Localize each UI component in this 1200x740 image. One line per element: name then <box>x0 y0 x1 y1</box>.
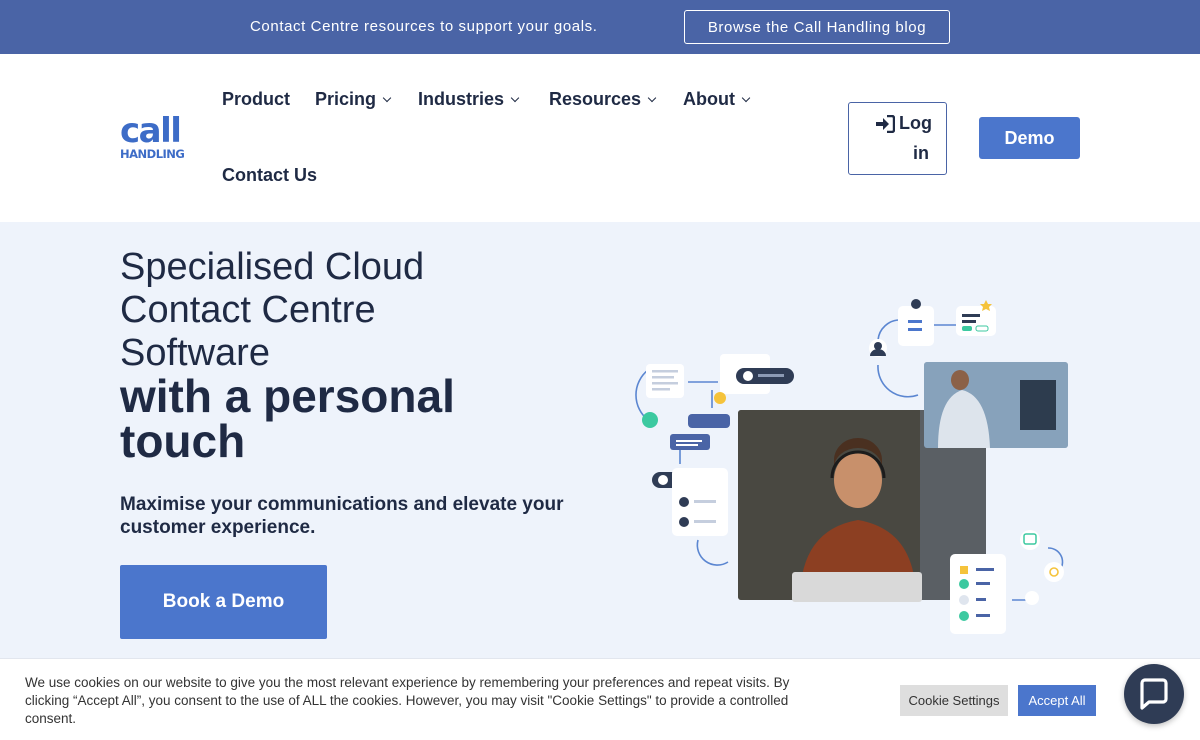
promo-text: Contact Centre resources to support your… <box>250 18 598 35</box>
accept-all-button[interactable]: Accept All <box>1018 685 1096 716</box>
nav-item-label: Pricing <box>315 89 377 109</box>
site-header: call HANDLING Product Pricing Industries… <box>0 54 1200 222</box>
star-badge-icon <box>714 392 726 404</box>
login-line: Log <box>875 113 932 134</box>
nav-item-label: Industries <box>418 89 505 109</box>
login-arrow-icon <box>876 114 895 133</box>
nav-item-pricing[interactable]: Pricing <box>315 89 392 110</box>
chevron-down-icon <box>741 93 751 102</box>
chat-card-left <box>646 364 684 398</box>
task-card-top <box>898 299 996 346</box>
logo-word-handling: HANDLING <box>120 147 185 161</box>
cookie-text: We use cookies on our website to give yo… <box>25 675 790 726</box>
nav-item-resources[interactable]: Resources <box>549 89 657 110</box>
chevron-down-icon <box>510 93 520 102</box>
nav-item-contact-us[interactable]: Contact Us <box>222 165 317 186</box>
office-photo <box>924 362 1068 448</box>
hero-title-line: touch <box>120 415 246 467</box>
agents-card <box>652 468 728 536</box>
promo-bar: Contact Centre resources to support your… <box>0 0 1200 54</box>
nav-item-product[interactable]: Product <box>222 89 290 110</box>
email-at-icon <box>1044 562 1064 582</box>
logo-word-call: call <box>120 111 182 151</box>
chat-card-top <box>720 354 794 394</box>
phone-badge-icon <box>1025 591 1039 605</box>
book-demo-button[interactable]: Book a Demo <box>120 565 327 639</box>
login-label-part2: in <box>913 143 929 163</box>
cookie-banner: We use cookies on our website to give yo… <box>0 658 1200 740</box>
checklist-card <box>950 554 1006 634</box>
nav-item-label: Resources <box>549 89 642 109</box>
nav-item-label: Product <box>222 89 291 109</box>
hero-title-line: Specialised Cloud <box>120 246 425 288</box>
nav-item-label: Contact Us <box>222 165 318 185</box>
message-badge-icon <box>1020 530 1040 550</box>
hero-subtitle: Maximise your communications and elevate… <box>120 494 564 538</box>
nav-item-industries[interactable]: Industries <box>418 89 520 110</box>
login-button[interactable]: Log in <box>848 102 947 175</box>
hero-title-light: Specialised Cloud Contact Centre Softwar… <box>120 246 580 375</box>
contact-centre-illustration <box>635 299 1068 634</box>
chat-launcher-button[interactable] <box>1124 664 1184 724</box>
demo-button[interactable]: Demo <box>979 117 1080 159</box>
chevron-down-icon <box>382 93 392 102</box>
call-handling-logo[interactable]: call HANDLING <box>120 114 196 164</box>
hero-title-line: Software <box>120 332 270 374</box>
nav-item-about[interactable]: About <box>683 89 751 110</box>
chevron-down-icon <box>647 93 657 102</box>
hero-title-bold: with a personal touch <box>120 370 580 467</box>
cookie-settings-button[interactable]: Cookie Settings <box>900 685 1008 716</box>
nav-item-label: About <box>683 89 735 109</box>
phone-chip <box>670 414 730 450</box>
login-label-part1: Log <box>899 113 932 133</box>
browse-blog-button[interactable]: Browse the Call Handling blog <box>684 10 950 44</box>
hero-title-line: with a personal <box>120 370 455 422</box>
chat-badge-icon <box>642 412 658 428</box>
hero-title-line: Contact Centre <box>120 289 376 331</box>
chat-bubble-icon <box>1140 678 1168 710</box>
